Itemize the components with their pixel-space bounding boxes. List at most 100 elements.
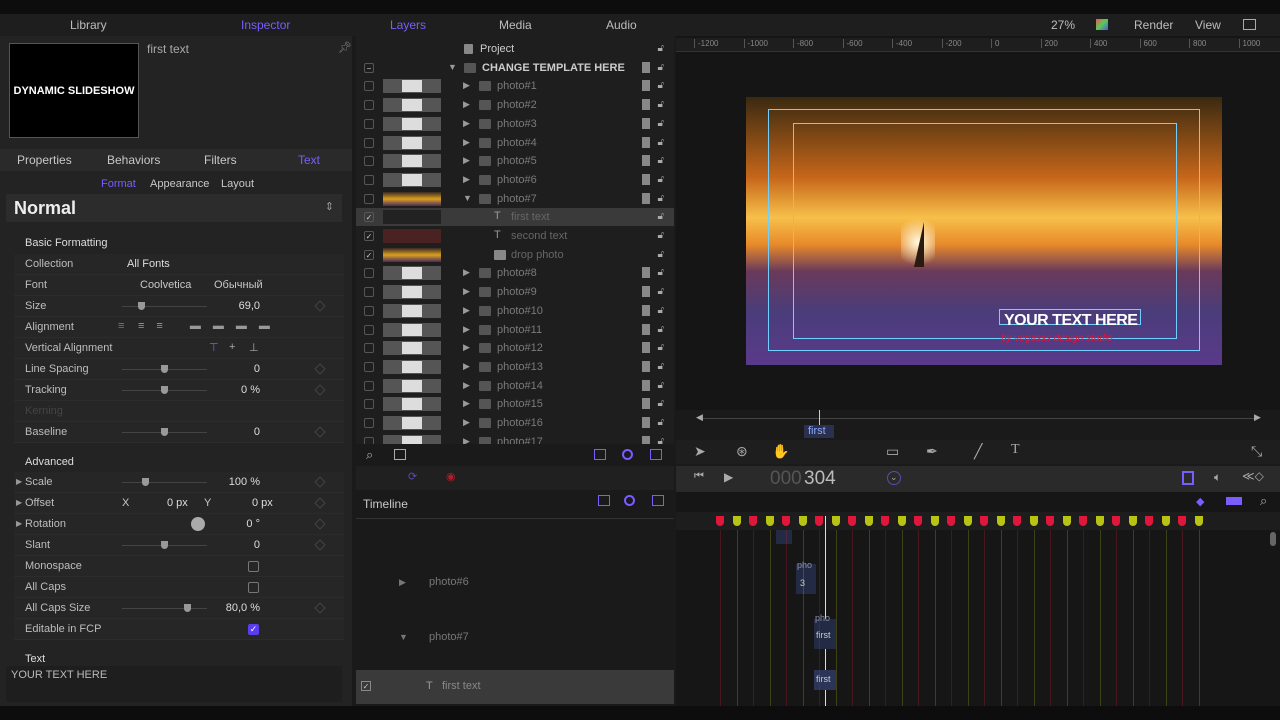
mini-playhead[interactable] [819, 410, 820, 426]
group-type-icon[interactable] [642, 286, 650, 298]
disclosure-right-icon[interactable]: ▶ [463, 305, 470, 316]
lock-icon[interactable]: 🔓︎ [658, 62, 664, 73]
group-type-icon[interactable] [642, 61, 650, 73]
subtab-layout[interactable]: Layout [221, 178, 254, 190]
lock-icon[interactable]: 🔓︎ [658, 398, 664, 409]
monospace-checkbox[interactable] [248, 561, 259, 572]
text-field[interactable]: YOUR TEXT HERE [6, 666, 342, 702]
lock-icon[interactable]: 🔓︎ [658, 267, 664, 278]
paint-tool-icon[interactable]: ╱ [974, 443, 982, 460]
layer-row[interactable]: ▶ photo#15 🔓︎ [356, 395, 674, 413]
tab-layers[interactable]: Layers [390, 18, 426, 32]
marker[interactable] [848, 516, 856, 526]
valign-top-icon[interactable]: ⊤ [209, 341, 219, 354]
lock-icon[interactable]: 🔓︎ [658, 155, 664, 166]
marker[interactable] [815, 516, 823, 526]
visibility-checkbox[interactable] [364, 100, 374, 111]
go-to-start-icon[interactable]: ⏮ [694, 470, 704, 483]
canvas-main-text[interactable]: YOUR TEXT HERE [1004, 312, 1138, 330]
hand-tool-icon[interactable]: ✋ [772, 443, 789, 460]
size-slider[interactable] [122, 302, 207, 310]
marker[interactable] [732, 516, 741, 526]
tab-properties[interactable]: Properties [17, 153, 72, 167]
lock-icon[interactable]: 🔓︎ [658, 380, 664, 391]
keyframe-icon[interactable] [314, 497, 326, 509]
disclosure-right-icon[interactable]: ▶ [463, 398, 470, 409]
group-type-icon[interactable] [642, 117, 650, 129]
group-type-icon[interactable] [642, 417, 650, 428]
keyframe-icon[interactable] [314, 518, 326, 530]
all-caps-checkbox[interactable] [248, 582, 259, 593]
marker[interactable] [980, 516, 988, 526]
disclosure-right-icon[interactable]: ▶ [463, 174, 470, 185]
all-caps-size-slider[interactable] [122, 604, 207, 612]
lock-icon[interactable]: 🔓︎ [658, 174, 664, 185]
marker[interactable] [1013, 516, 1021, 526]
layer-row[interactable]: ▶ photo#11 🔓︎ [356, 321, 674, 339]
add-layer-icon[interactable] [394, 449, 406, 460]
marker[interactable] [1046, 516, 1054, 526]
group-type-icon[interactable] [642, 155, 650, 167]
pen-tool-icon[interactable]: ✒ [926, 443, 938, 460]
baseline-slider[interactable] [122, 428, 207, 436]
lock-icon[interactable]: 🔓︎ [658, 342, 664, 353]
disclosure-down-icon[interactable]: ▼ [463, 193, 472, 203]
markers-icon[interactable] [1226, 497, 1242, 505]
keyframe-icon[interactable] [314, 476, 326, 488]
marker[interactable] [996, 516, 1005, 526]
select-tool-icon[interactable]: ➤ [694, 443, 706, 460]
fullscreen-icon[interactable]: ⤡ [1251, 443, 1262, 460]
disclosure-right-icon[interactable]: ▶ [463, 417, 470, 428]
marker[interactable] [1161, 516, 1170, 526]
lock-icon[interactable]: 🔓︎ [658, 324, 664, 335]
value[interactable]: 0 [254, 426, 260, 438]
lock-icon[interactable]: 🔓︎ [658, 118, 664, 129]
search-icon[interactable]: ⌕ [366, 447, 373, 463]
align-buttons[interactable]: ≡≡ ▬▬▬▬ [138, 320, 282, 332]
disclosure-right-icon[interactable]: ▶ [463, 267, 470, 278]
layer-row[interactable]: ▶ photo#6 🔓︎ [356, 171, 674, 189]
group-type-icon[interactable] [642, 80, 650, 92]
disclosure-right-icon[interactable]: ▶ [463, 324, 470, 335]
play-icon[interactable]: ▶ [724, 470, 733, 484]
visibility-checkbox[interactable] [364, 343, 374, 354]
group-type-icon[interactable] [642, 173, 650, 185]
marker[interactable] [947, 516, 955, 526]
pin-icon[interactable]: 📌︎ [338, 41, 352, 54]
mask-icon[interactable] [624, 495, 635, 506]
offset-x-value[interactable]: 0 px [167, 497, 188, 509]
zoom-icon[interactable]: ⌕ [1260, 493, 1267, 509]
disclosure-right-icon[interactable]: ▶ [463, 155, 470, 166]
marker[interactable] [963, 516, 972, 526]
tab-inspector[interactable]: Inspector [241, 18, 290, 32]
layer-row[interactable]: ▶ photo#13 🔓︎ [356, 358, 674, 376]
keyframe-icon[interactable] [314, 539, 326, 551]
clock-icon[interactable] [887, 471, 901, 485]
font-family-popup[interactable]: Coolvetica [140, 279, 191, 291]
visibility-checkbox[interactable] [364, 305, 374, 316]
group-type-icon[interactable] [642, 323, 650, 335]
layer-row[interactable]: ▼ photo#7 🔓︎ [356, 190, 674, 208]
canvas-image[interactable]: YOUR TEXT HERE by vegasss design studio [746, 97, 1222, 365]
slant-slider[interactable] [122, 541, 207, 549]
marker[interactable] [1112, 516, 1120, 526]
collection-popup[interactable]: All Fonts [127, 258, 170, 270]
clip-photo6[interactable]: pho 3 [796, 560, 816, 594]
timeline-tracks[interactable]: ◆ ⌕ pho 3 pho first first [676, 492, 1280, 706]
subtab-format[interactable]: Format [101, 178, 136, 190]
lock-icon[interactable]: 🔓︎ [658, 80, 664, 91]
timeline-track-photo7[interactable]: photo#7 [429, 631, 469, 643]
group-type-icon[interactable] [642, 398, 650, 410]
lock-icon[interactable]: 🔓︎ [658, 230, 664, 241]
lock-icon[interactable]: 🔓︎ [658, 193, 664, 204]
visibility-checkbox[interactable]: ✓ [364, 212, 374, 223]
preset-selector[interactable]: Normal ⇕ [6, 194, 342, 222]
disclosure-right-icon[interactable]: ▶ [463, 99, 470, 110]
visibility-checkbox[interactable]: ✓ [364, 231, 374, 241]
keyframe-icon[interactable] [314, 384, 326, 396]
record-icon[interactable]: ◉ [446, 470, 456, 483]
lock-icon[interactable]: 🔓︎ [658, 211, 664, 222]
group-type-icon[interactable] [642, 267, 650, 279]
marker[interactable] [749, 516, 757, 526]
clip-photo7[interactable]: pho first [814, 613, 836, 649]
